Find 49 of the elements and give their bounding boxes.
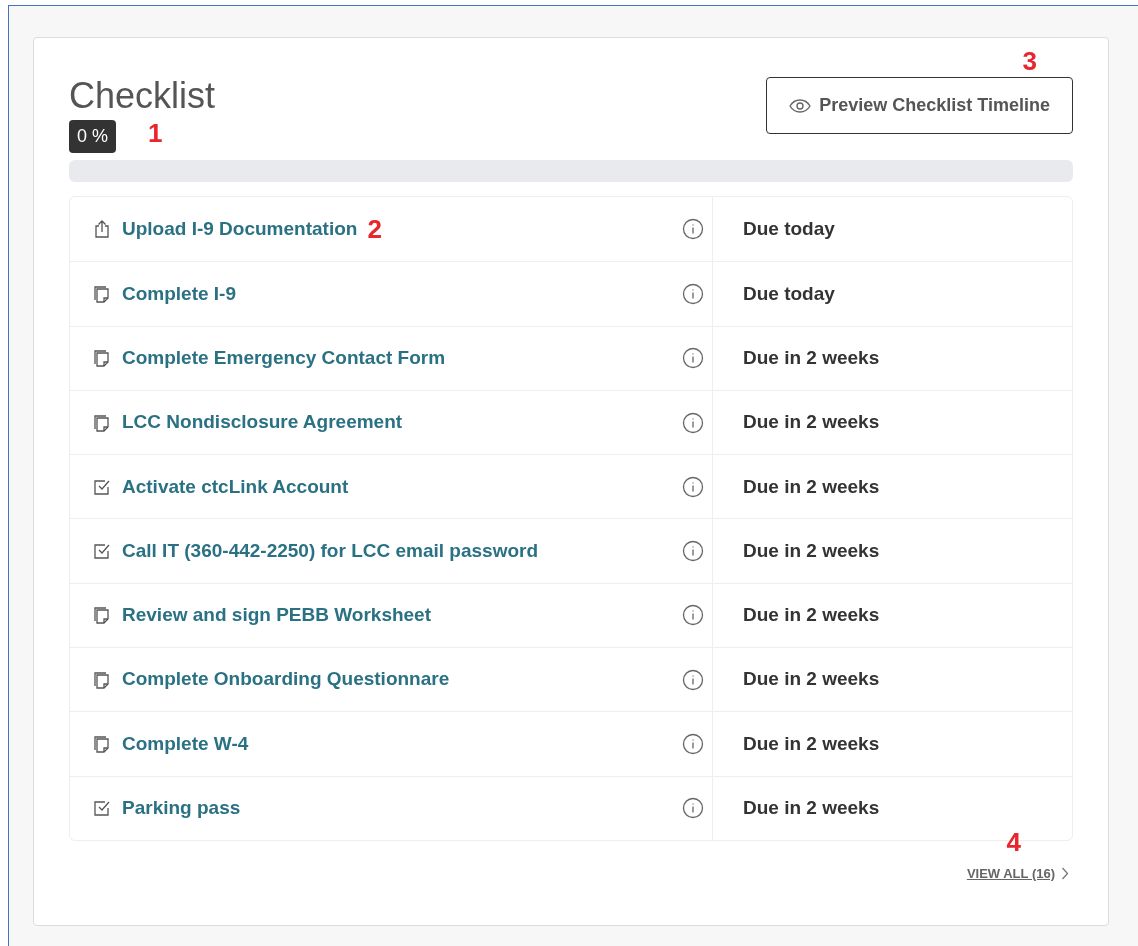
info-icon[interactable] (682, 604, 704, 627)
document-icon (92, 412, 112, 433)
due-date: Due in 2 weeks (743, 474, 880, 499)
task-link[interactable]: Upload I-9 Documentation (122, 214, 358, 244)
callout-number: 2 (367, 216, 382, 243)
task-link[interactable]: Call IT (360-442-2250) for LCC email password (122, 536, 539, 566)
task-link[interactable]: Parking pass (122, 794, 241, 823)
document-icon (92, 605, 112, 626)
due-date: Due in 2 weeks (743, 603, 880, 628)
document-icon (92, 669, 112, 690)
due-date: Due in 2 weeks (743, 410, 880, 435)
checkbox-icon (92, 798, 112, 819)
chevron-right-icon (1061, 867, 1069, 881)
info-icon[interactable] (682, 282, 704, 305)
info-icon[interactable] (682, 540, 704, 563)
view-all-link[interactable]: VIEW ALL (16) (966, 863, 1069, 884)
document-icon (92, 283, 112, 304)
due-date: Due today (743, 281, 835, 306)
checkbox-icon (92, 541, 112, 562)
info-icon[interactable] (682, 347, 704, 370)
task-link[interactable]: Complete Emergency Contact Form (122, 344, 446, 373)
callout-number: 1 (148, 120, 163, 146)
task-link[interactable]: Complete I-9 (122, 279, 237, 309)
document-icon (92, 348, 112, 369)
info-icon[interactable] (682, 733, 704, 755)
info-icon[interactable] (682, 797, 704, 820)
due-date: Due in 2 weeks (743, 731, 880, 756)
info-icon[interactable] (682, 218, 704, 241)
document-icon (92, 734, 112, 754)
info-icon[interactable] (682, 668, 704, 691)
preview-timeline-button[interactable]: Preview Checklist Timeline (766, 77, 1073, 134)
task-link[interactable]: LCC Nondisclosure Agreement (122, 408, 403, 437)
eye-icon (789, 98, 812, 113)
due-date: Due in 2 weeks (743, 667, 880, 692)
card-title: Checklist (69, 74, 216, 118)
callout-number: 4 (1006, 826, 1021, 857)
progress-badge: 0 % (69, 120, 117, 153)
due-date: Due in 2 weeks (743, 796, 880, 821)
upload-icon (92, 219, 112, 240)
due-date: Due in 2 weeks (743, 538, 880, 563)
callout-number: 3 (1022, 46, 1037, 76)
due-date: Due in 2 weeks (743, 346, 880, 370)
task-link[interactable]: Complete Onboarding Questionnare (122, 665, 450, 694)
info-icon[interactable] (682, 475, 704, 498)
info-icon[interactable] (682, 411, 704, 434)
due-date: Due today (743, 216, 835, 241)
task-link[interactable]: Activate ctcLink Account (122, 472, 349, 502)
task-link[interactable]: Review and sign PEBB Worksheet (122, 601, 431, 630)
task-link[interactable]: Complete W-4 (122, 729, 249, 759)
